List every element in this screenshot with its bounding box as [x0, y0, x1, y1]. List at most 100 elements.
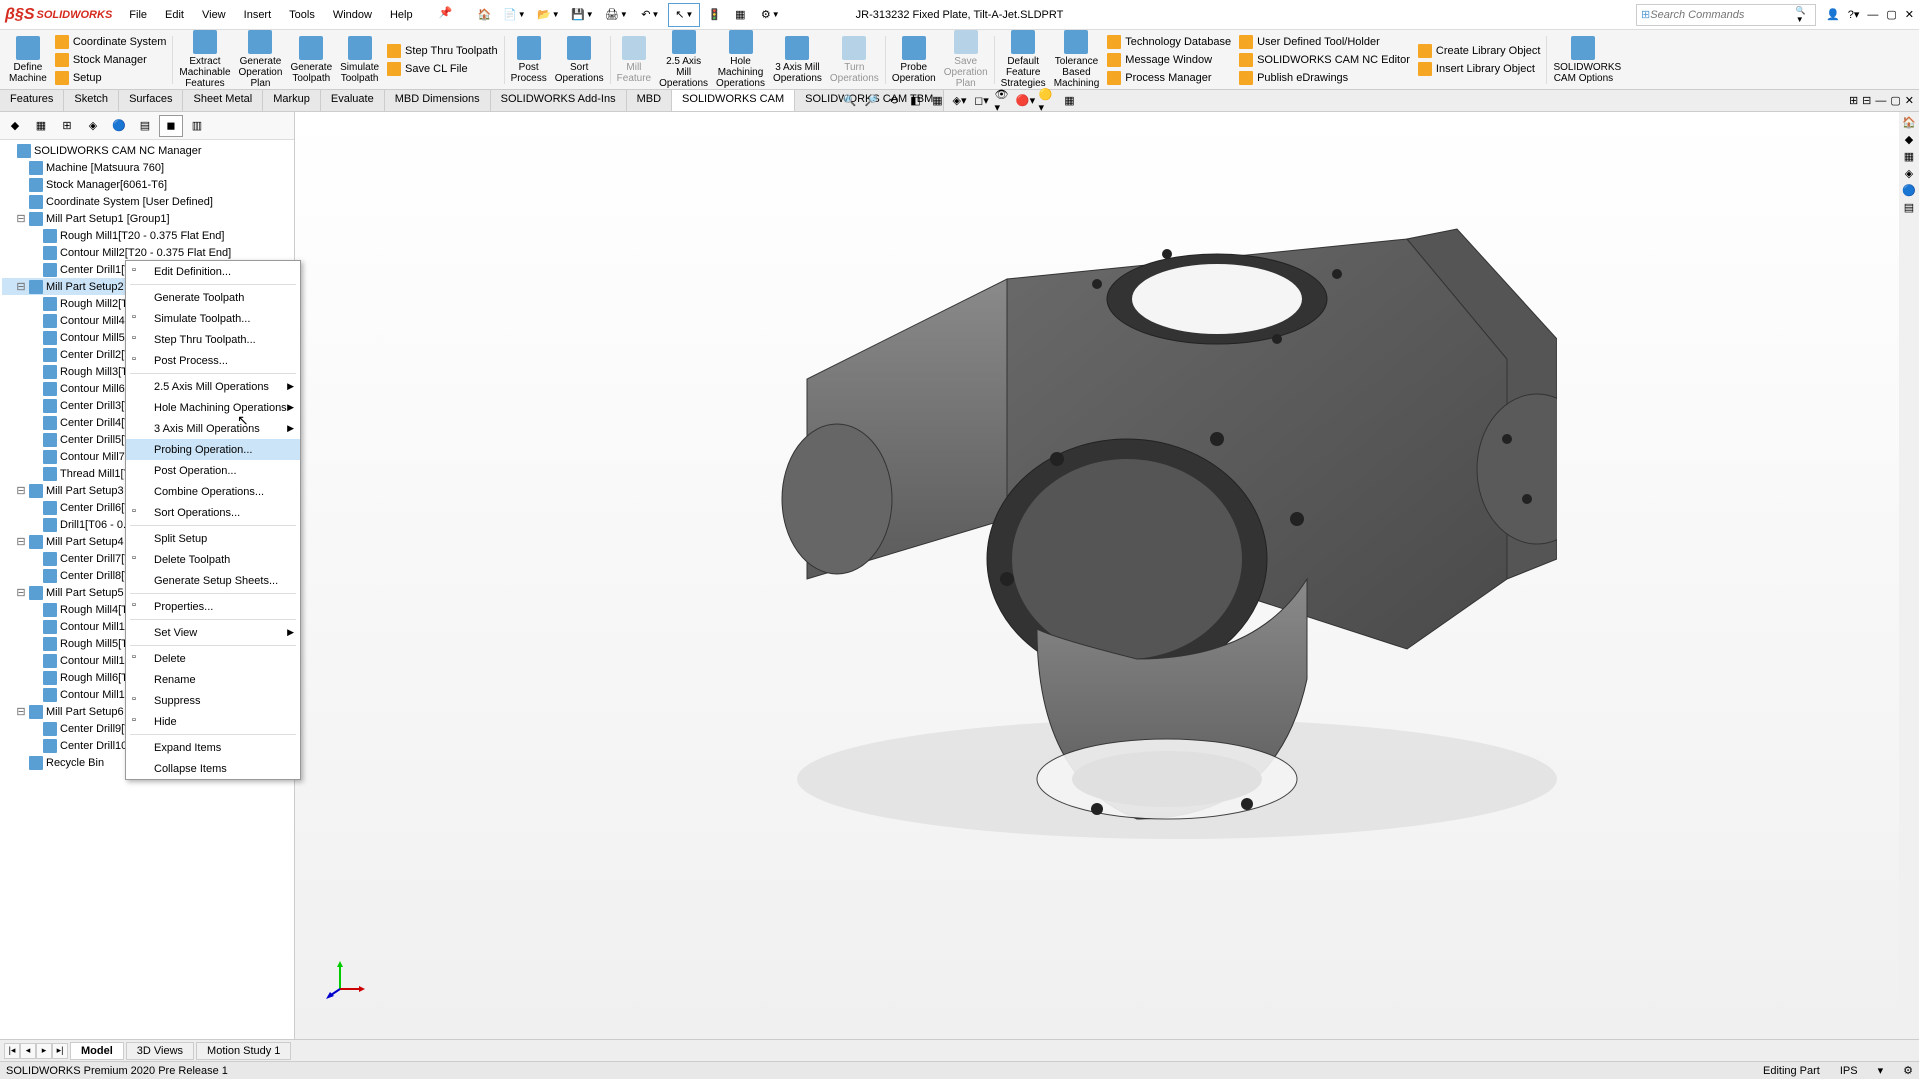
menu-edit[interactable]: Edit [163, 6, 186, 24]
ctx-simulate-toolpath[interactable]: ▫Simulate Toolpath... [126, 308, 300, 329]
ctx-hole-machining-operations[interactable]: Hole Machining Operations▶ [126, 397, 300, 418]
generate-toolpath-button[interactable]: Generate Toolpath [286, 34, 336, 86]
home-button[interactable]: 🏠 [472, 3, 496, 27]
settings-button[interactable]: ⚙▼ [754, 3, 786, 27]
nc-editor-button[interactable]: SOLIDWORKS CAM NC Editor [1235, 51, 1414, 69]
extract-features-button[interactable]: Extract Machinable Features [175, 28, 234, 91]
msg-window-button[interactable]: Message Window [1103, 51, 1235, 69]
tree-node[interactable]: Stock Manager[6061-T6] [2, 176, 292, 193]
panel-expand-icon[interactable]: ⊞ [1849, 94, 1858, 107]
user-icon[interactable]: 👤 [1826, 8, 1840, 21]
ctx-edit-definition[interactable]: ▫Edit Definition... [126, 261, 300, 282]
panel-close-icon[interactable]: ✕ [1905, 94, 1914, 107]
probe-op-button[interactable]: Probe Operation [888, 34, 940, 86]
coordinate-system-button[interactable]: Coordinate System [51, 33, 171, 51]
ctx-generate-setup-sheets[interactable]: Generate Setup Sheets... [126, 570, 300, 591]
tree-tab-6[interactable]: ▤ [133, 115, 157, 137]
tab-features[interactable]: Features [0, 90, 64, 111]
ctx-collapse-items[interactable]: Collapse Items [126, 758, 300, 779]
search-input[interactable] [1650, 9, 1795, 21]
tree-tab-2[interactable]: ▦ [29, 115, 53, 137]
menu-window[interactable]: Window [331, 6, 374, 24]
ctx-generate-toolpath[interactable]: Generate Toolpath [126, 287, 300, 308]
tab-evaluate[interactable]: Evaluate [321, 90, 385, 111]
ctx-suppress[interactable]: ▫Suppress [126, 690, 300, 711]
tab-sketch[interactable]: Sketch [64, 90, 119, 111]
publish-edrawings-button[interactable]: Publish eDrawings [1235, 69, 1414, 87]
apply-scene-icon[interactable]: 🟡▾ [1039, 92, 1057, 110]
task-tab-3[interactable]: ▦ [1904, 150, 1914, 163]
panel-minimize-icon[interactable]: — [1875, 95, 1886, 107]
25axis-button[interactable]: 2.5 Axis Mill Operations [655, 28, 712, 91]
tree-node[interactable]: Contour Mill2[T20 - 0.375 Flat End] [2, 244, 292, 261]
tree-tab-4[interactable]: ◈ [81, 115, 105, 137]
status-units[interactable]: IPS [1840, 1065, 1858, 1077]
nav-next[interactable]: ▸ [36, 1043, 52, 1059]
display-style-icon[interactable]: ◻▾ [973, 92, 991, 110]
menu-tools[interactable]: Tools [287, 6, 317, 24]
tab-motion-study[interactable]: Motion Study 1 [196, 1042, 291, 1060]
tree-tab-cam[interactable]: ◼ [159, 115, 183, 137]
tab-markup[interactable]: Markup [263, 90, 321, 111]
status-arrow[interactable]: ▾ [1878, 1064, 1884, 1077]
ctx-combine-operations[interactable]: Combine Operations... [126, 481, 300, 502]
cam-options-button[interactable]: SOLIDWORKS CAM Options [1549, 34, 1617, 86]
section-view-icon[interactable]: ◧ [907, 92, 925, 110]
close-icon[interactable]: ✕ [1905, 8, 1914, 21]
menu-view[interactable]: View [200, 6, 228, 24]
save-cl-button[interactable]: Save CL File [383, 60, 502, 78]
panel-maximize-icon[interactable]: ▢ [1890, 94, 1900, 107]
ctx-rename[interactable]: Rename [126, 669, 300, 690]
ctx-expand-items[interactable]: Expand Items [126, 737, 300, 758]
pin-icon[interactable]: 📌 [439, 6, 453, 24]
ctx-3-axis-mill-operations[interactable]: 3 Axis Mill Operations▶ [126, 418, 300, 439]
tree-node[interactable]: Rough Mill1[T20 - 0.375 Flat End] [2, 227, 292, 244]
tab-surfaces[interactable]: Surfaces [119, 90, 183, 111]
nav-last[interactable]: ▸| [52, 1043, 68, 1059]
task-tab-5[interactable]: 🔵 [1902, 184, 1916, 197]
sort-ops-button[interactable]: Sort Operations [551, 34, 608, 86]
prev-view-icon[interactable]: ⟲ [885, 92, 903, 110]
tab-model[interactable]: Model [70, 1042, 124, 1060]
tree-tab-1[interactable]: ◆ [3, 115, 27, 137]
ctx-properties[interactable]: ▫Properties... [126, 596, 300, 617]
graphics-viewport[interactable]: 🏠 ◆ ▦ ◈ 🔵 ▤ [295, 112, 1919, 1039]
view-triad[interactable] [325, 959, 365, 999]
tree-node[interactable]: Machine [Matsuura 760] [2, 159, 292, 176]
save-button[interactable]: 💾▼ [566, 3, 598, 27]
tab-3dviews[interactable]: 3D Views [126, 1042, 194, 1060]
3axis-button[interactable]: 3 Axis Mill Operations [769, 34, 826, 86]
minimize-icon[interactable]: — [1867, 9, 1878, 21]
menu-help[interactable]: Help [388, 6, 415, 24]
define-machine-button[interactable]: Define Machine [5, 34, 51, 86]
tree-tab-3[interactable]: ⊞ [55, 115, 79, 137]
hole-ops-button[interactable]: Hole Machining Operations [712, 28, 769, 91]
ctx-split-setup[interactable]: Split Setup [126, 528, 300, 549]
tree-node[interactable]: ⊟Mill Part Setup1 [Group1] [2, 210, 292, 227]
default-strategies-button[interactable]: Default Feature Strategies [997, 28, 1050, 91]
ctx-delete[interactable]: ▫Delete [126, 648, 300, 669]
tab-solidworks-add-ins[interactable]: SOLIDWORKS Add-Ins [491, 90, 627, 111]
select-button[interactable]: ↖▼ [668, 3, 700, 27]
user-tool-button[interactable]: User Defined Tool/Holder [1235, 33, 1414, 51]
ctx-post-operation[interactable]: Post Operation... [126, 460, 300, 481]
ctx-2-5-axis-mill-operations[interactable]: 2.5 Axis Mill Operations▶ [126, 376, 300, 397]
ctx-probing-operation[interactable]: Probing Operation... [126, 439, 300, 460]
maximize-icon[interactable]: ▢ [1886, 8, 1896, 21]
tolerance-machining-button[interactable]: Tolerance Based Machining [1050, 28, 1104, 91]
zoom-fit-icon[interactable]: 🔍 [841, 92, 859, 110]
tab-mbd[interactable]: MBD [627, 90, 672, 111]
view-settings-icon[interactable]: ▦ [1061, 92, 1079, 110]
ctx-delete-toolpath[interactable]: ▫Delete Toolpath [126, 549, 300, 570]
rebuild-button[interactable]: 🚦 [702, 3, 726, 27]
edit-appearance-icon[interactable]: 🔴▾ [1017, 92, 1035, 110]
stock-manager-button[interactable]: Stock Manager [51, 51, 171, 69]
hide-show-icon[interactable]: 👁▾ [995, 92, 1013, 110]
status-settings-icon[interactable]: ⚙ [1903, 1064, 1913, 1077]
open-button[interactable]: 📂▼ [532, 3, 564, 27]
view-orientation-icon[interactable]: ◈▾ [951, 92, 969, 110]
undo-button[interactable]: ↶▼ [634, 3, 666, 27]
dynamic-annotation-icon[interactable]: ▦ [929, 92, 947, 110]
tree-node[interactable]: Coordinate System [User Defined] [2, 193, 292, 210]
ctx-hide[interactable]: ▫Hide [126, 711, 300, 732]
